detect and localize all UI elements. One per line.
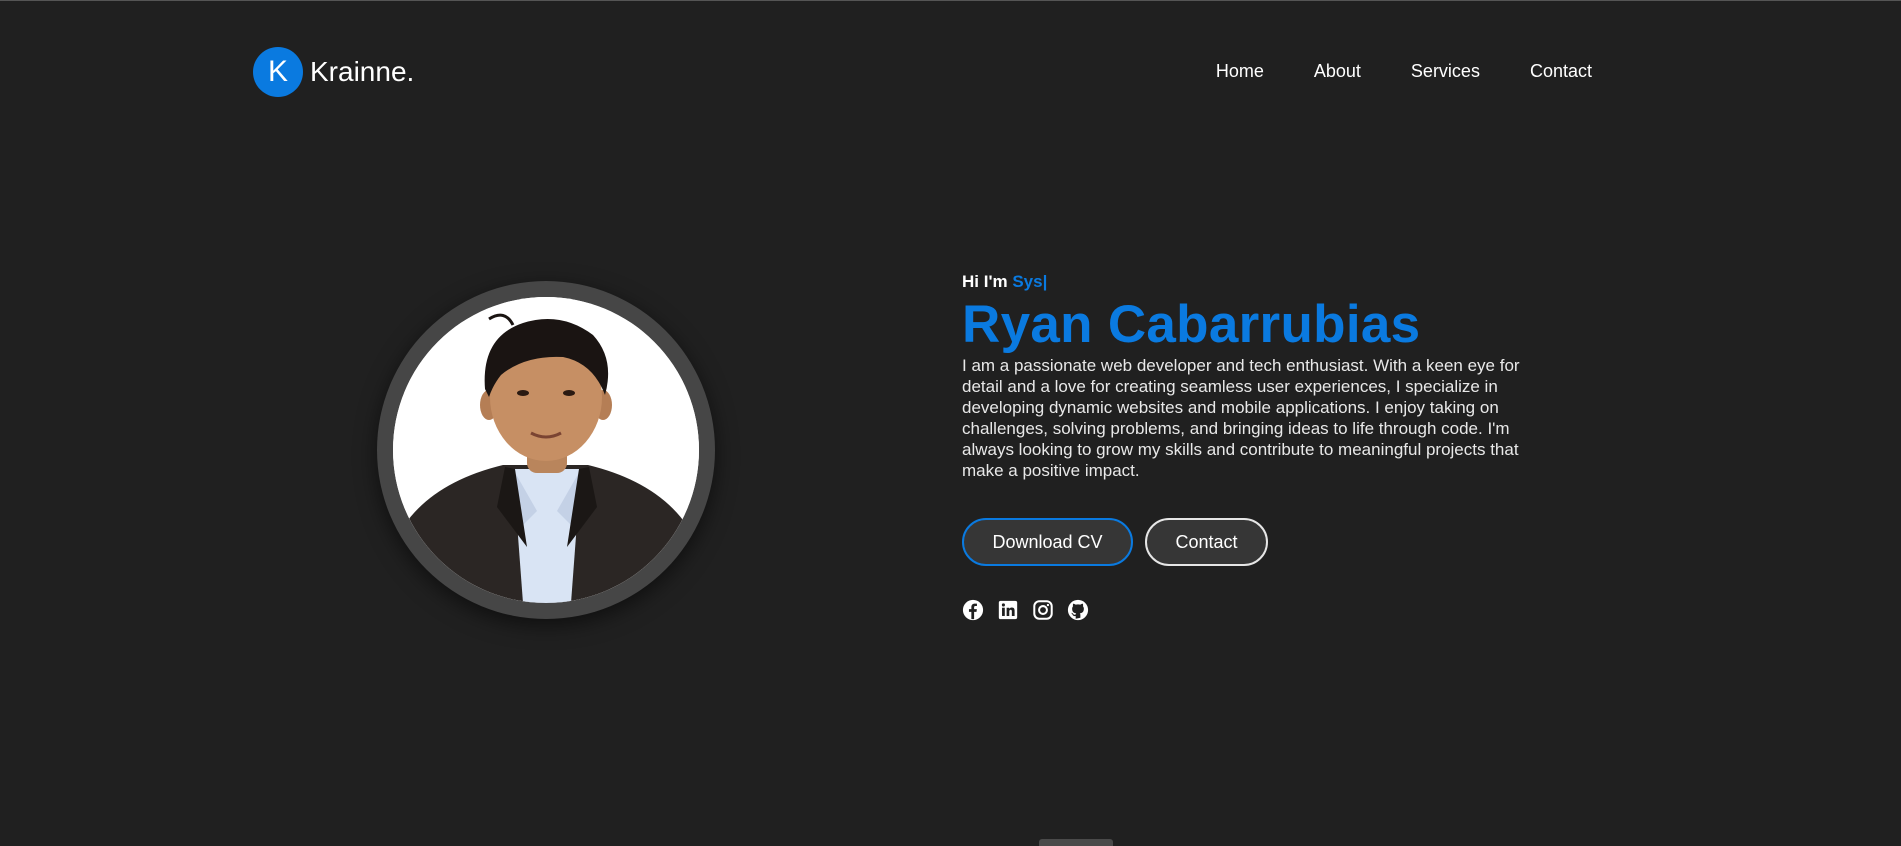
facebook-icon[interactable] <box>962 599 984 621</box>
hero-name: Ryan Cabarrubias <box>962 295 1421 354</box>
typed-text: Sys| <box>1012 272 1048 291</box>
nav-link-services[interactable]: Services <box>1411 61 1480 82</box>
profile-photo <box>393 297 699 603</box>
profile-photo-frame <box>377 281 715 619</box>
contact-button[interactable]: Contact <box>1145 518 1268 566</box>
hero-section: Hi I'm Sys| Ryan Cabarrubias I am a pass… <box>962 272 1532 621</box>
portrait-image <box>393 297 699 603</box>
nav-link-about[interactable]: About <box>1314 61 1361 82</box>
github-icon[interactable] <box>1067 599 1089 621</box>
hero-buttons: Download CV Contact <box>962 518 1532 566</box>
nav-link-contact[interactable]: Contact <box>1530 61 1592 82</box>
navbar: K Krainne. Home About Services Contact <box>0 1 1901 141</box>
nav-menu: Home About Services Contact <box>1216 61 1592 82</box>
nav-link-home[interactable]: Home <box>1216 61 1264 82</box>
download-cv-button[interactable]: Download CV <box>962 518 1133 566</box>
instagram-icon[interactable] <box>1032 599 1054 621</box>
social-links <box>962 599 1532 621</box>
logo-badge: K <box>253 47 303 97</box>
brand-logo[interactable]: K Krainne. <box>253 47 414 97</box>
brand-name: Krainne. <box>310 56 415 87</box>
greeting-text: Hi I'm <box>962 272 1013 291</box>
hero-bio: I am a passionate web developer and tech… <box>962 356 1520 480</box>
hero-greeting: Hi I'm Sys| <box>962 272 1532 292</box>
linkedin-icon[interactable] <box>997 599 1019 621</box>
